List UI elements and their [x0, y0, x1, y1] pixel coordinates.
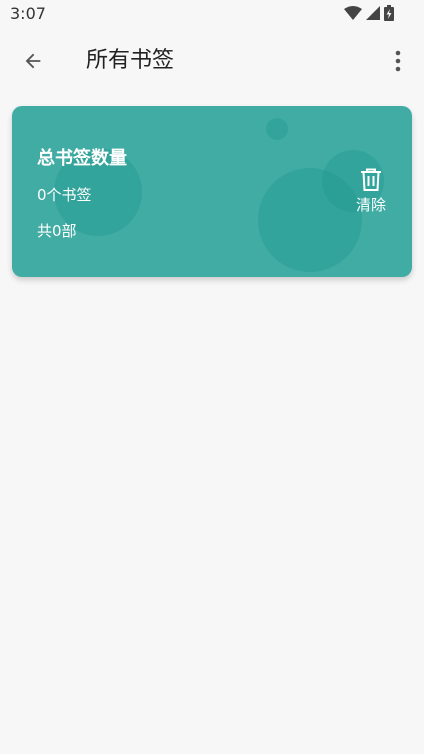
decorative-bubble [266, 118, 288, 140]
status-time: 3:07 [10, 4, 46, 23]
battery-charging-icon [384, 5, 394, 21]
more-options-button[interactable] [382, 42, 414, 80]
clear-button[interactable]: 清除 [352, 168, 390, 215]
trash-icon [361, 168, 381, 191]
bookmark-count: 0个书签 [37, 186, 92, 204]
page-title: 所有书签 [86, 48, 175, 73]
card-title: 总书签数量 [37, 148, 127, 169]
back-button[interactable] [14, 42, 52, 80]
book-count: 共0部 [37, 222, 77, 240]
status-icons [344, 5, 394, 21]
clear-label: 清除 [355, 196, 386, 214]
wifi-icon [344, 6, 362, 20]
cellular-signal-icon [366, 6, 380, 20]
arrow-left-icon [25, 53, 41, 69]
app-bar: 所有书签 [0, 28, 424, 94]
status-bar: 3:07 [0, 0, 424, 28]
bookmark-summary-card: 总书签数量 0个书签 共0部 清除 [12, 106, 412, 277]
more-vert-icon [395, 50, 401, 72]
